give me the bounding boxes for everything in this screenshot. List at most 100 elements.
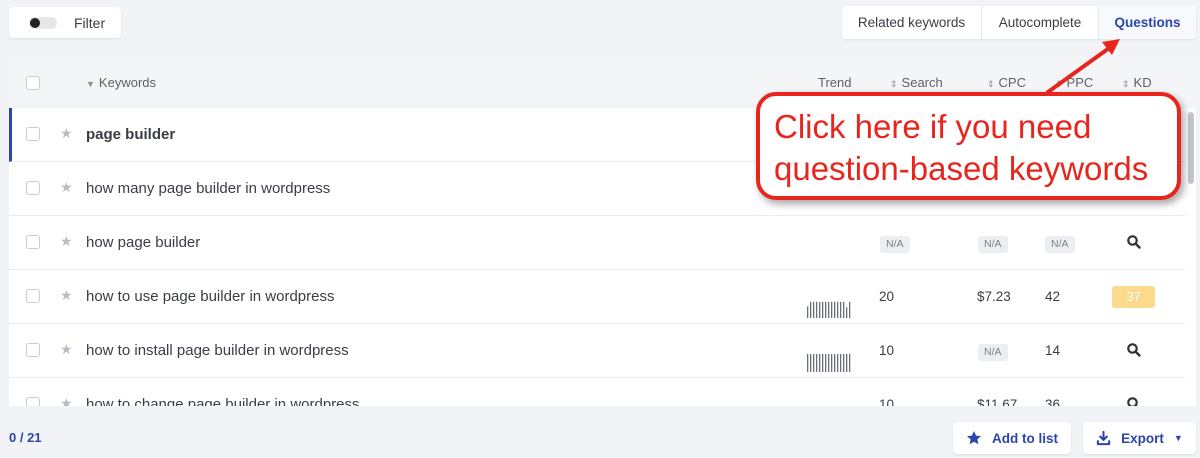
column-header-cpc[interactable]: ⇕ CPC — [987, 75, 1026, 90]
download-icon — [1097, 430, 1111, 445]
table-row[interactable]: ★ how page builder N/A N/A N/A — [9, 216, 1185, 270]
star-icon[interactable]: ★ — [60, 287, 73, 304]
trend-bar — [834, 301, 836, 318]
column-header-search[interactable]: ⇕ Search — [890, 75, 943, 90]
keyword-text[interactable]: how to use page builder in wordpress — [86, 288, 334, 305]
add-to-list-button[interactable]: Add to list — [953, 422, 1071, 454]
trend-bar — [828, 301, 830, 318]
keyword-source-tabs: Related keywords Autocomplete Questions — [842, 6, 1196, 39]
trend-bar — [822, 301, 824, 318]
trend-bar — [813, 301, 815, 318]
tab-autocomplete[interactable]: Autocomplete — [982, 6, 1099, 39]
search-icon[interactable] — [1126, 396, 1142, 406]
tab-related-keywords[interactable]: Related keywords — [842, 6, 982, 39]
ppc-value: 36 — [1045, 397, 1061, 406]
trend-bar — [813, 354, 815, 372]
selected-count: 0 / 21 — [9, 430, 42, 445]
trend-bar — [825, 354, 827, 372]
trend-bar — [807, 306, 809, 318]
row-checkbox[interactable] — [26, 127, 40, 141]
search-icon[interactable] — [1126, 342, 1142, 358]
column-label-search: Search — [901, 75, 943, 90]
trend-sparkline — [807, 301, 851, 318]
cpc-value: $7.23 — [977, 289, 1011, 304]
trend-bar — [822, 354, 824, 372]
export-button[interactable]: Export ▼ — [1083, 422, 1196, 454]
select-all-checkbox[interactable] — [26, 76, 40, 90]
trend-bar — [837, 301, 839, 318]
keyword-text[interactable]: how many page builder in wordpress — [86, 180, 330, 197]
ppc-value: 42 — [1045, 289, 1061, 304]
star-icon[interactable]: ★ — [60, 341, 73, 358]
trend-bar — [810, 301, 812, 318]
trend-bar — [825, 301, 827, 318]
trend-bar — [840, 354, 842, 372]
trend-bar — [816, 301, 818, 318]
cpc-value: $11.67 — [977, 397, 1018, 406]
search-icon[interactable] — [1126, 234, 1142, 250]
trend-sparkline — [807, 354, 851, 372]
keyword-text[interactable]: page builder — [86, 126, 175, 143]
star-icon[interactable]: ★ — [60, 233, 73, 250]
trend-bar — [810, 354, 812, 372]
column-label-cpc: CPC — [998, 75, 1026, 90]
search-volume-na: N/A — [880, 236, 910, 253]
trend-bar — [819, 301, 821, 318]
row-checkbox[interactable] — [26, 343, 40, 357]
trend-bar — [819, 354, 821, 372]
callout-text-line2: question-based keywords — [774, 150, 1149, 187]
trend-bar — [843, 354, 845, 372]
trend-bar — [828, 354, 830, 372]
chevron-down-icon: ▼ — [1173, 433, 1183, 443]
trend-bar — [816, 354, 818, 372]
filter-label: Filter — [74, 14, 106, 31]
cpc-na: N/A — [978, 236, 1008, 253]
cpc-na: N/A — [978, 344, 1008, 361]
keyword-text[interactable]: how to change page builder in wordpress — [86, 396, 360, 406]
table-row[interactable]: ★ how to change page builder in wordpres… — [9, 378, 1185, 406]
search-volume: 10 — [879, 397, 895, 406]
ppc-value: 14 — [1045, 343, 1061, 358]
tab-questions[interactable]: Questions — [1099, 6, 1196, 39]
table-row[interactable]: ★ how to use page builder in wordpress 2… — [9, 270, 1185, 324]
search-volume: 10 — [879, 343, 895, 358]
column-label-kd: KD — [1133, 75, 1152, 90]
row-checkbox[interactable] — [26, 181, 40, 195]
vertical-scrollbar[interactable] — [1188, 112, 1194, 184]
trend-bar — [831, 301, 833, 318]
trend-bar — [843, 301, 845, 318]
trend-bar — [849, 354, 851, 372]
sort-icon: ⇕ — [890, 79, 898, 89]
trend-bar — [849, 301, 851, 318]
export-label: Export — [1121, 430, 1164, 446]
trend-bar — [834, 354, 836, 372]
star-icon[interactable]: ★ — [60, 125, 73, 142]
sort-desc-icon: ▼ — [86, 79, 95, 89]
trend-bar — [807, 354, 809, 372]
callout-arrow-icon — [1046, 39, 1120, 94]
keyword-text[interactable]: how page builder — [86, 234, 200, 251]
trend-bar — [846, 354, 848, 372]
trend-bar — [840, 301, 842, 318]
star-icon[interactable]: ★ — [60, 179, 73, 196]
row-checkbox[interactable] — [26, 289, 40, 303]
kd-badge: 37 — [1112, 286, 1155, 308]
filter-toggle-button[interactable]: Filter — [9, 7, 121, 38]
star-icon — [967, 431, 981, 445]
trend-bar — [846, 307, 848, 318]
row-checkbox[interactable] — [26, 397, 40, 406]
column-header-keywords[interactable]: ▼ Keywords — [86, 75, 156, 90]
column-header-trend: Trend — [818, 75, 852, 90]
table-row[interactable]: ★ how to install page builder in wordpre… — [9, 324, 1185, 378]
sort-icon: ⇕ — [987, 79, 995, 89]
add-to-list-label: Add to list — [992, 430, 1058, 446]
row-checkbox[interactable] — [26, 235, 40, 249]
toggle-knob — [30, 17, 40, 28]
callout-text-line1: Click here if you need — [774, 108, 1092, 145]
keyword-text[interactable]: how to install page builder in wordpress — [86, 342, 349, 359]
star-icon[interactable]: ★ — [60, 395, 73, 406]
trend-bar — [831, 354, 833, 372]
toggle-switch[interactable] — [29, 16, 57, 29]
column-label-keywords: Keywords — [98, 75, 156, 90]
callout-box: Click here if you need question-based ke… — [756, 92, 1181, 200]
